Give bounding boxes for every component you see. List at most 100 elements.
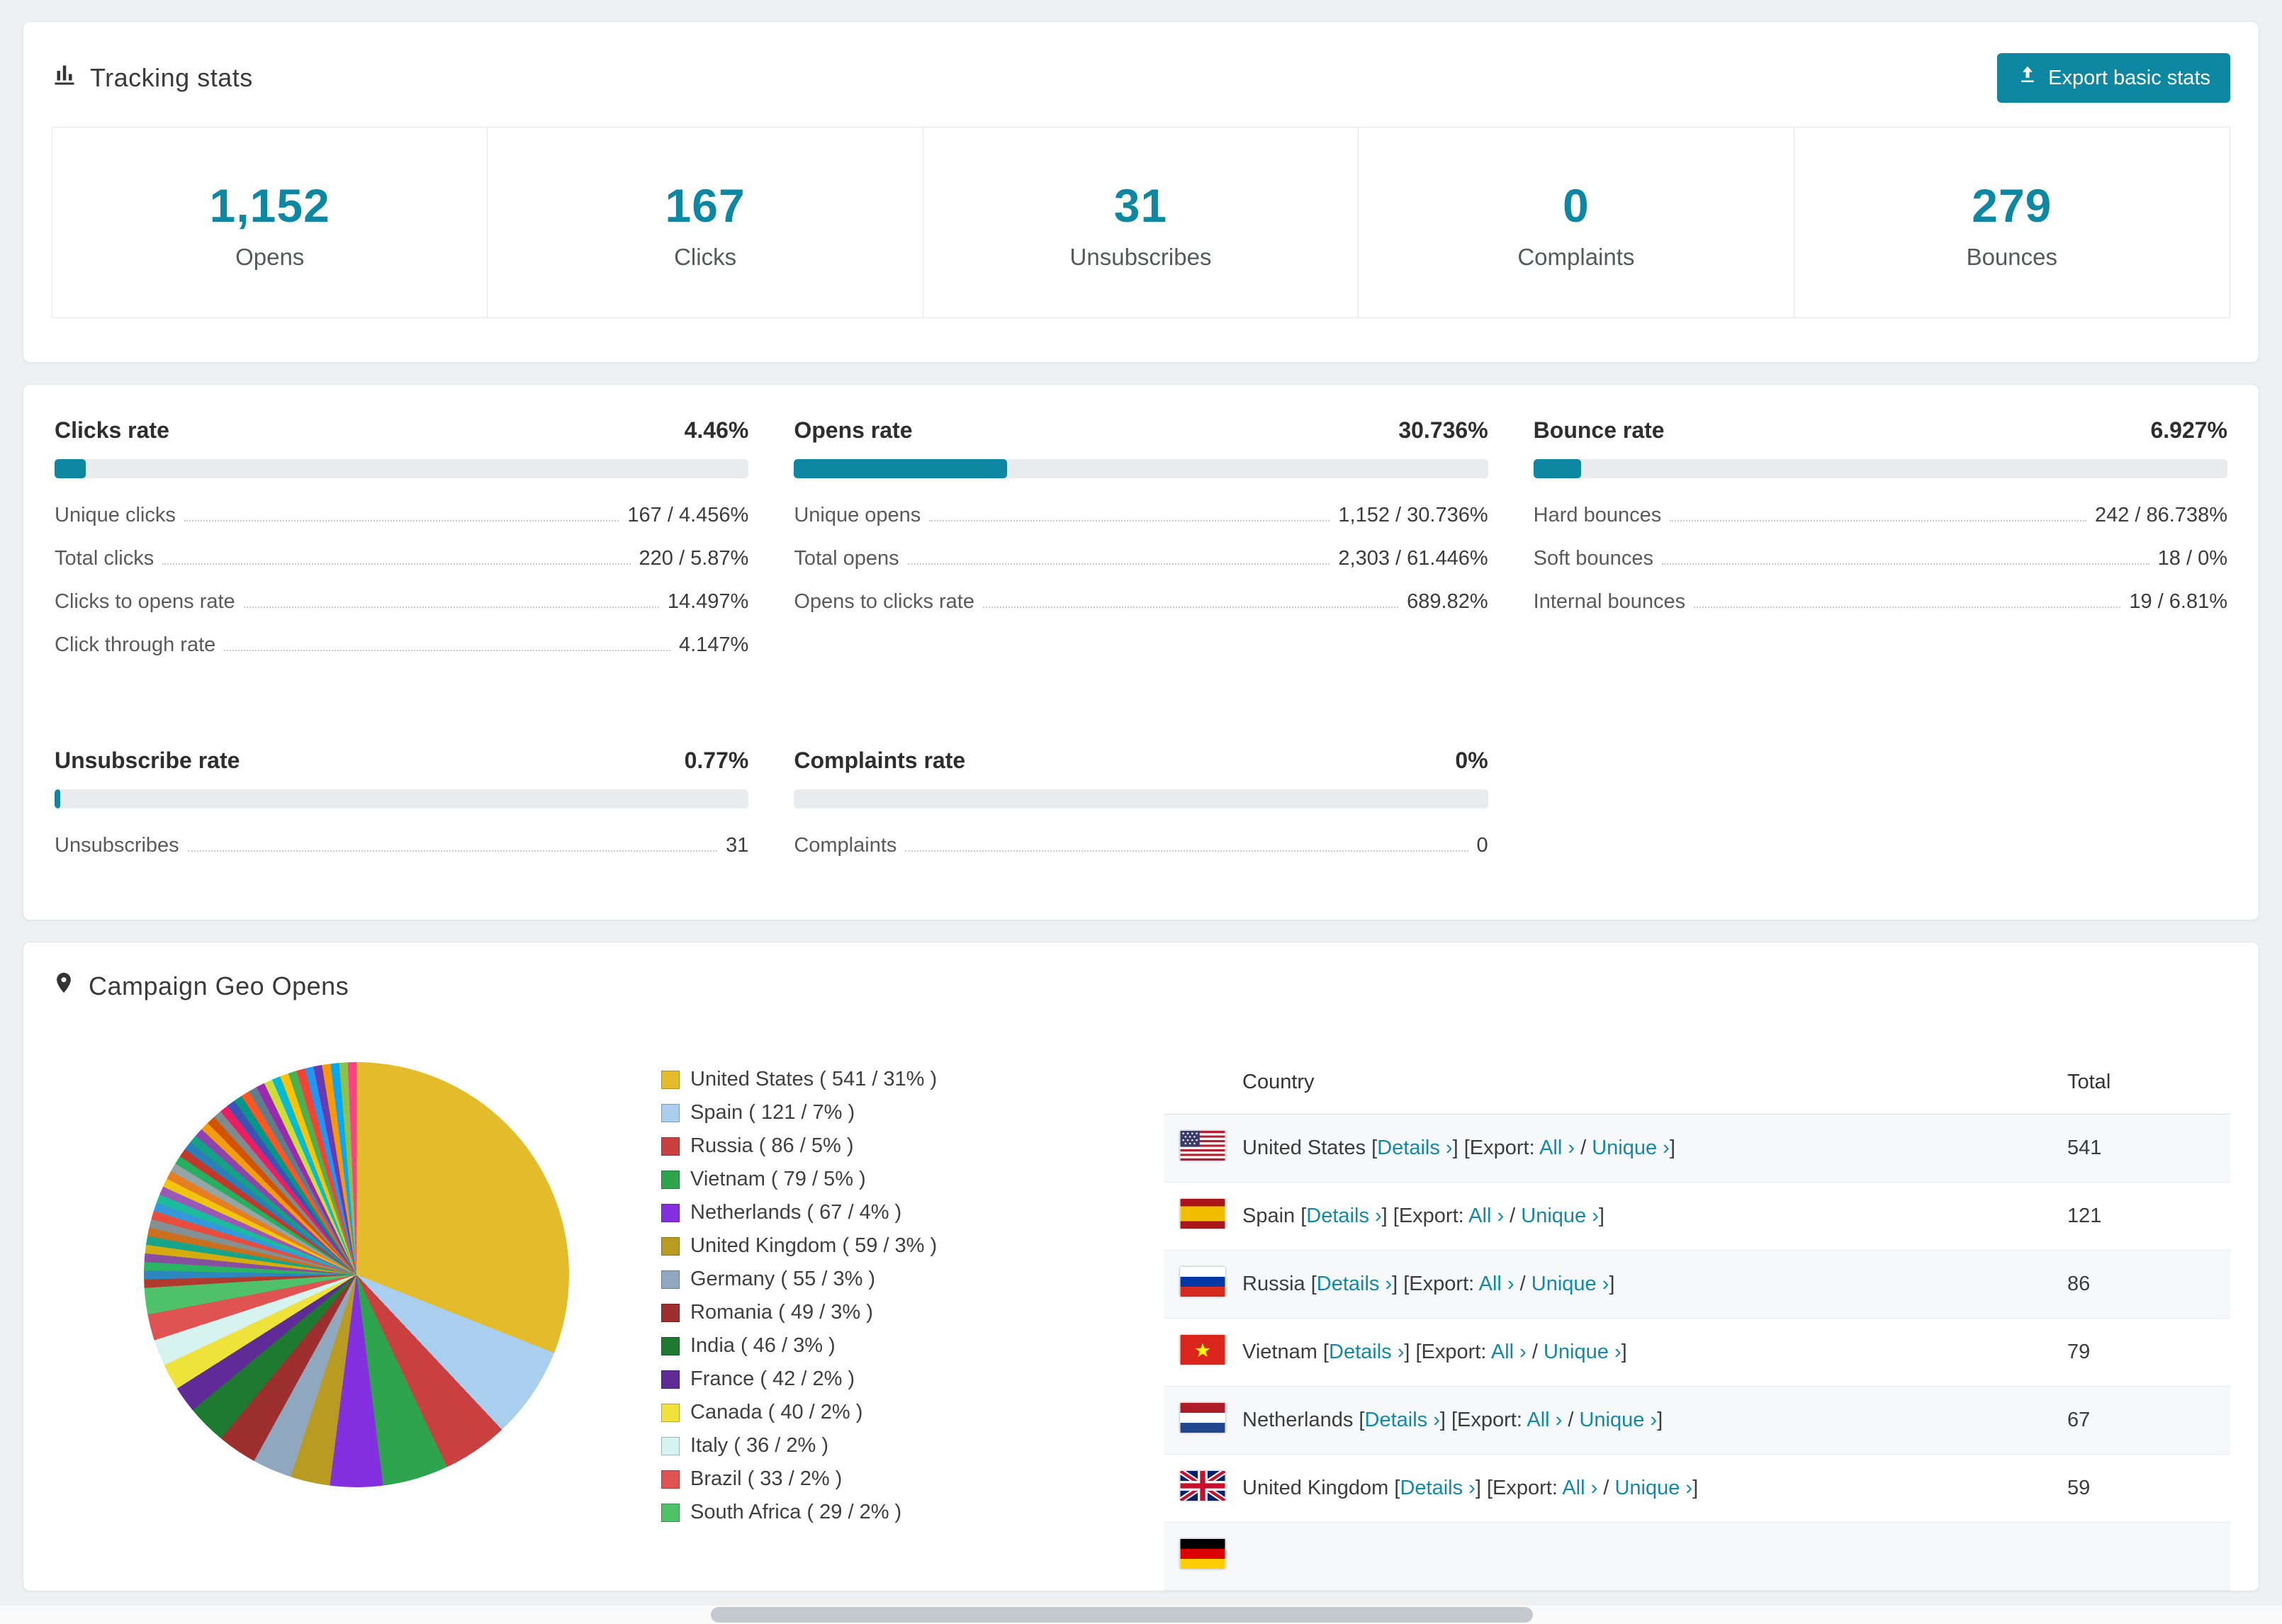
- rate-metric-row: Soft bounces 18 / 0%: [1534, 547, 2227, 570]
- rates-grid: Clicks rate 4.46% Unique clicks 167 / 4.456…: [23, 385, 2259, 920]
- rate-progress-bar: [794, 459, 1488, 478]
- export-basic-stats-label: Export basic stats: [2048, 66, 2210, 89]
- rate-progress-bar: [55, 789, 749, 808]
- stat-label: Unsubscribes: [1069, 244, 1212, 270]
- details-link[interactable]: Details ›: [1400, 1477, 1475, 1499]
- legend-swatch: [661, 1436, 680, 1455]
- rate-head: Unsubscribe rate 0.77%: [55, 748, 748, 774]
- stat-box-opens: 1,152 Opens: [52, 128, 488, 317]
- rate-progress-fill: [794, 459, 1008, 478]
- flag-de-icon: [1180, 1538, 1225, 1574]
- horizontal-scrollbar: [0, 1606, 2282, 1624]
- rate-percent: 4.46%: [684, 417, 749, 443]
- bar-chart-icon: [52, 62, 77, 94]
- export-unique-link[interactable]: Unique ›: [1592, 1137, 1670, 1159]
- rate-panel: Clicks rate 4.46% Unique clicks 167 / 4.456…: [55, 417, 749, 677]
- legend-swatch: [661, 1170, 680, 1189]
- export-all-link[interactable]: All ›: [1562, 1477, 1597, 1499]
- rate-metric-row: Internal bounces 19 / 6.81%: [1534, 590, 2227, 614]
- stat-box-clicks: 167 Clicks: [488, 128, 923, 317]
- details-link[interactable]: Details ›: [1377, 1137, 1452, 1159]
- geo-opens-header: Campaign Geo Opens: [23, 942, 2259, 1008]
- metric-value: 689.82%: [1407, 590, 1488, 613]
- export-all-link[interactable]: All ›: [1479, 1273, 1514, 1295]
- legend-item: Netherlands ( 67 / 4% ): [661, 1201, 1164, 1224]
- stat-box-unsubscribes: 31 Unsubscribes: [923, 128, 1359, 317]
- total-cell: 59: [2067, 1477, 2091, 1499]
- metric-label: Unique clicks: [55, 504, 176, 526]
- rate-percent: 0%: [1455, 748, 1488, 773]
- stat-label: Clicks: [674, 244, 737, 270]
- legend-item: Romania ( 49 / 3% ): [661, 1301, 1164, 1324]
- metric-value: 1,152 / 30.736%: [1338, 504, 1488, 526]
- rate-head: Bounce rate 6.927%: [1534, 417, 2227, 444]
- legend-swatch: [661, 1103, 680, 1122]
- dotted-leader: [1670, 520, 2086, 521]
- legend-swatch: [661, 1203, 680, 1222]
- export-all-link[interactable]: All ›: [1491, 1341, 1527, 1363]
- export-unique-link[interactable]: Unique ›: [1521, 1205, 1599, 1227]
- rates-card: Clicks rate 4.46% Unique clicks 167 / 4.456…: [23, 384, 2259, 920]
- legend-label: Canada ( 40 / 2% ): [690, 1401, 863, 1423]
- export-unique-link[interactable]: Unique ›: [1579, 1409, 1657, 1431]
- export-all-link[interactable]: All ›: [1468, 1205, 1504, 1227]
- horizontal-scrollbar-thumb[interactable]: [711, 1607, 1533, 1623]
- total-cell: 67: [2067, 1409, 2091, 1431]
- rate-metric-row: Unsubscribes 31: [55, 834, 748, 857]
- rate-panel: Opens rate 30.736% Unique opens 1,152 / 30.…: [794, 417, 1488, 677]
- legend-swatch: [661, 1236, 680, 1256]
- legend-swatch: [661, 1070, 680, 1089]
- legend-label: Italy ( 36 / 2% ): [690, 1434, 829, 1457]
- metric-label: Clicks to opens rate: [55, 590, 235, 613]
- legend-swatch: [661, 1470, 680, 1489]
- legend-swatch: [661, 1303, 680, 1322]
- export-all-link[interactable]: All ›: [1539, 1137, 1575, 1159]
- pie-zone: [52, 1051, 661, 1487]
- export-all-link[interactable]: All ›: [1527, 1409, 1562, 1431]
- legend-label: Vietnam ( 79 / 5% ): [690, 1168, 866, 1190]
- dotted-leader: [224, 650, 670, 651]
- details-link[interactable]: Details ›: [1329, 1341, 1404, 1363]
- geo-table-row: Spain [Details ›] [Export: All › / Uniqu…: [1164, 1183, 2230, 1251]
- legend-item: Canada ( 40 / 2% ): [661, 1401, 1164, 1424]
- country-name: Russia: [1242, 1272, 1305, 1295]
- rate-panel: Complaints rate 0% Complaints 0: [794, 748, 1488, 877]
- export-unique-link[interactable]: Unique ›: [1544, 1341, 1621, 1363]
- dotted-leader: [1661, 563, 2149, 565]
- details-link[interactable]: Details ›: [1306, 1205, 1381, 1227]
- stat-box-bounces: 279 Bounces: [1794, 128, 2230, 317]
- dotted-leader: [929, 520, 1330, 521]
- rate-progress-fill: [55, 789, 60, 808]
- stat-label: Complaints: [1517, 244, 1635, 270]
- geo-opens-title-text: Campaign Geo Opens: [89, 971, 349, 1000]
- legend-label: Romania ( 49 / 3% ): [690, 1301, 873, 1324]
- dotted-leader: [905, 850, 1468, 852]
- tracking-stats-title: Tracking stats: [52, 62, 253, 94]
- rate-percent: 30.736%: [1398, 417, 1488, 443]
- tracking-stats-title-text: Tracking stats: [90, 63, 253, 92]
- export-unique-link[interactable]: Unique ›: [1531, 1273, 1609, 1295]
- rate-progress-bar: [1533, 459, 2227, 478]
- export-icon: [2017, 64, 2038, 91]
- dotted-leader: [184, 520, 619, 521]
- export-basic-stats-button[interactable]: Export basic stats: [1997, 53, 2230, 103]
- legend-label: India ( 46 / 3% ): [690, 1334, 836, 1357]
- rate-progress-bar: [794, 789, 1488, 808]
- metric-value: 31: [726, 834, 749, 857]
- total-cell: 79: [2067, 1341, 2091, 1363]
- metric-label: Hard bounces: [1533, 504, 1662, 526]
- total-header: Total: [2067, 1071, 2111, 1093]
- dashboard-page: Tracking stats Export basic stats 1,152 O…: [0, 0, 2282, 1624]
- details-link[interactable]: Details ›: [1365, 1409, 1440, 1431]
- details-link[interactable]: Details ›: [1317, 1273, 1392, 1295]
- rate-metric-row: Opens to clicks rate 689.82%: [794, 590, 1488, 614]
- legend-label: Germany ( 55 / 3% ): [690, 1268, 876, 1290]
- stat-value: 31: [1113, 179, 1168, 232]
- export-unique-link[interactable]: Unique ›: [1614, 1477, 1692, 1499]
- geo-table-body: United States [Details ›] [Export: All ›…: [1164, 1115, 2230, 1591]
- rate-metric-row: Unique opens 1,152 / 30.736%: [794, 504, 1488, 527]
- metric-value: 220 / 5.87%: [639, 547, 749, 570]
- stat-label: Opens: [235, 244, 305, 270]
- legend-item: India ( 46 / 3% ): [661, 1334, 1164, 1358]
- geo-pie-chart[interactable]: [144, 1062, 569, 1487]
